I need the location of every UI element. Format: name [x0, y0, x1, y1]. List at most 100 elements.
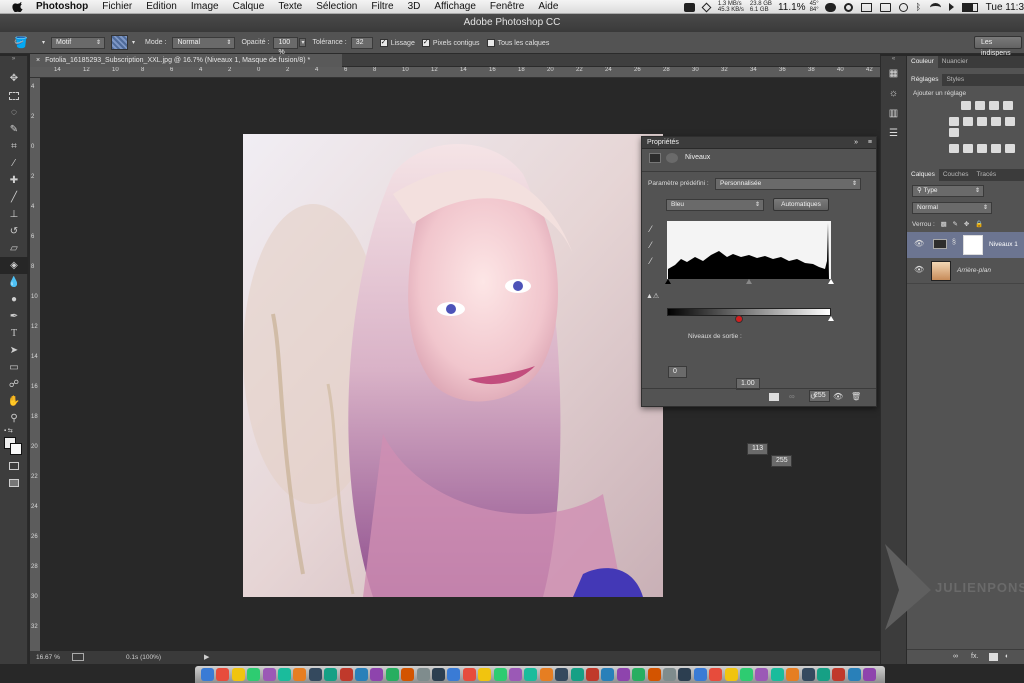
dock-app-icon[interactable] [586, 668, 599, 681]
visibility-toggle-icon[interactable]: 👁 [833, 392, 843, 401]
lock-position-icon[interactable]: ✥ [964, 221, 969, 228]
chat-icon[interactable] [683, 2, 695, 12]
layer-mask-thumb[interactable] [963, 235, 983, 255]
preset-select[interactable]: Personnalisée ⇕ [715, 178, 861, 190]
history-panel-icon[interactable]: ▦ [881, 68, 906, 88]
zoom-tool-icon[interactable]: ⚲ [0, 410, 28, 427]
adjustments-panel-icon[interactable]: ☼ [881, 88, 906, 108]
dock-app-icon[interactable] [693, 668, 707, 681]
posterize-adj-icon[interactable] [963, 144, 973, 153]
quick-mask-icon[interactable] [0, 457, 28, 474]
menu-fichier[interactable]: Fichier [102, 1, 132, 12]
chain-link-icon[interactable]: § [952, 239, 956, 246]
dock-app-icon[interactable] [755, 668, 769, 681]
healing-brush-tool-icon[interactable]: ✚ [0, 172, 28, 189]
menu-aide[interactable]: Aide [538, 1, 558, 12]
menu-selection[interactable]: Sélection [316, 1, 357, 12]
workspace-button[interactable]: Les indispens [974, 36, 1022, 57]
opacity-chevron-icon[interactable]: ▾ [299, 38, 307, 47]
dock-app-icon[interactable] [432, 668, 445, 681]
delete-adjustment-icon[interactable]: 🗑 [851, 392, 861, 401]
dock-app-icon[interactable] [678, 668, 692, 681]
hand-tool-icon[interactable]: ✋ [0, 393, 28, 410]
reset-icon[interactable]: ↺ [810, 392, 817, 401]
crop-tool-icon[interactable]: ⌗ [0, 138, 28, 155]
dock-app-icon[interactable] [339, 668, 353, 681]
dock-app-icon[interactable] [493, 668, 507, 681]
menu-app-name[interactable]: Photoshop [36, 1, 88, 12]
clipping-warning-icon[interactable]: ▲⚠ [646, 292, 659, 300]
dock-app-icon[interactable] [539, 668, 553, 681]
blur-tool-icon[interactable]: 💧 [0, 274, 28, 291]
tous-calques-checkbox-wrap[interactable]: Tous les calques [486, 38, 549, 47]
3d-tool-icon[interactable]: ☍ [0, 376, 28, 393]
mode-select[interactable]: Normal ⇕ [172, 36, 236, 49]
dock-app-icon[interactable] [355, 668, 368, 681]
time-machine-icon[interactable] [898, 2, 908, 12]
tab-close-icon[interactable]: × [36, 57, 40, 64]
dock-app-icon[interactable] [817, 668, 830, 681]
dock-app-icon[interactable] [262, 668, 276, 681]
lock-all-icon[interactable]: 🔒 [975, 221, 983, 228]
dock-app-icon[interactable] [247, 668, 261, 681]
lasso-tool-icon[interactable]: ◌ [0, 104, 28, 121]
blend-mode-select[interactable]: Normal ⇕ [912, 202, 992, 214]
panel-menu-icon[interactable]: ≡ [868, 137, 872, 149]
apple-icon[interactable] [10, 1, 24, 12]
output-black-slider-icon[interactable] [735, 315, 743, 323]
menu-affichage[interactable]: Affichage [434, 1, 476, 12]
channel-select[interactable]: Bleu ⇕ [666, 199, 764, 211]
document-tab[interactable]: × Fotolia_16185293_Subscription_XXL.jpg @… [30, 54, 342, 67]
status-doc-icon[interactable] [72, 653, 84, 661]
history-brush-tool-icon[interactable]: ↺ [0, 223, 28, 240]
move-tool-icon[interactable]: ✥ [0, 70, 28, 87]
clip-to-layer-icon[interactable] [769, 393, 779, 401]
layer-row-niveaux[interactable]: 👁 § Niveaux 1 [907, 232, 1024, 258]
cloud-icon[interactable] [824, 2, 836, 12]
new-adjustment-icon[interactable]: ◐ [1005, 653, 1009, 660]
dodge-tool-icon[interactable]: ● [0, 291, 28, 308]
mask-icon[interactable] [666, 153, 678, 163]
dock-app-icon[interactable] [416, 668, 430, 681]
levels-adj-icon[interactable] [975, 101, 985, 110]
gray-point-eyedropper-icon[interactable]: ⁄ [650, 237, 652, 253]
tool-preset-chevron-icon[interactable]: ▾ [42, 39, 45, 46]
layer-row-arriere-plan[interactable]: 👁 Arrière-plan [907, 258, 1024, 284]
screen-icon[interactable] [879, 2, 891, 12]
input-gamma-slider-icon[interactable] [746, 279, 752, 284]
gradient-map-adj-icon[interactable] [991, 144, 1001, 153]
dock-app-icon[interactable] [647, 668, 661, 681]
dock-app-icon[interactable] [847, 668, 861, 681]
status-menu-arrow-icon[interactable]: ▶ [204, 653, 209, 661]
tab-nuancier[interactable]: Nuancier [938, 56, 972, 68]
dock-app-icon[interactable] [524, 668, 538, 681]
histogram-panel-icon[interactable]: ▥ [881, 108, 906, 128]
curves-adj-icon[interactable] [989, 101, 999, 110]
lock-image-icon[interactable]: ✎ [953, 221, 958, 228]
auto-button[interactable]: Automatiques [773, 198, 829, 211]
menu-edition[interactable]: Edition [146, 1, 177, 12]
threshold-adj-icon[interactable] [977, 144, 987, 153]
dock-app-icon[interactable] [570, 668, 584, 681]
dock-app-icon[interactable] [632, 668, 646, 681]
photo-filter-adj-icon[interactable] [1005, 117, 1015, 126]
bluetooth-icon[interactable]: ᛒ [916, 2, 922, 12]
eraser-tool-icon[interactable]: ▱ [0, 240, 28, 257]
dock-app-icon[interactable] [863, 668, 877, 681]
fill-source-select[interactable]: Motif ⇕ [51, 36, 106, 49]
tous-calques-checkbox[interactable] [486, 38, 495, 47]
dock-app-icon[interactable] [478, 668, 492, 681]
icon-column-collapse-icon[interactable]: « [881, 56, 906, 68]
tools-collapse-icon[interactable]: » [0, 56, 27, 70]
dock-app-icon[interactable] [832, 668, 846, 681]
clock[interactable]: Tue 11:3 [986, 2, 1024, 13]
fx-icon[interactable]: fx. [971, 653, 978, 660]
wifi-icon[interactable] [929, 2, 941, 12]
pattern-chevron-icon[interactable]: ▾ [132, 39, 135, 46]
tab-calques[interactable]: Calques [907, 169, 939, 181]
type-tool-icon[interactable]: T [0, 325, 28, 342]
layer-name[interactable]: Niveaux 1 [989, 241, 1018, 248]
background-color-swatch[interactable] [10, 443, 22, 455]
dock-app-icon[interactable] [555, 668, 569, 681]
dock-app-icon[interactable] [324, 668, 338, 681]
